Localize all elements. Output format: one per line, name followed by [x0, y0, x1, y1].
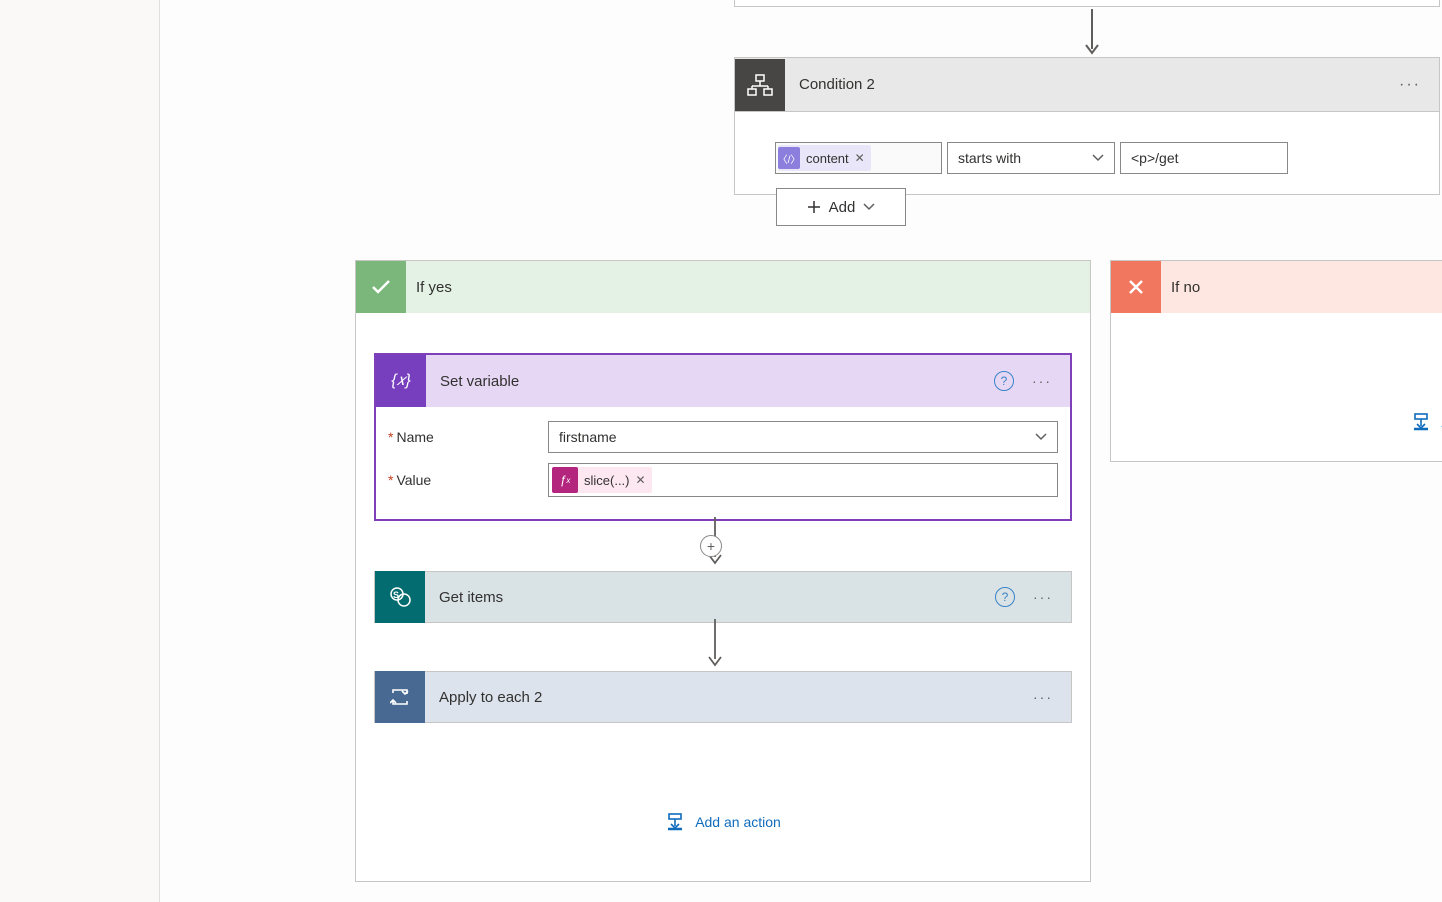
chevron-down-icon [1035, 433, 1047, 441]
condition-row: 〈/〉 content ✕ starts with <p>/get [735, 112, 1439, 194]
flow-canvas[interactable]: Condition 2 ··· 〈/〉 content ✕ starts wit… [160, 0, 1442, 902]
value-label: *Value [388, 472, 548, 488]
insert-step-button[interactable]: + [700, 535, 722, 557]
variable-icon: {𝑥} [376, 355, 426, 407]
chevron-down-icon [1092, 154, 1104, 162]
teams-dynamic-icon: 〈/〉 [778, 147, 800, 169]
if-yes-header[interactable]: If yes [356, 261, 1090, 313]
sharepoint-icon: S [375, 571, 425, 623]
cross-icon [1111, 261, 1161, 313]
variable-name-select[interactable]: firstname [548, 421, 1058, 453]
apply-to-each-more-button[interactable]: ··· [1033, 689, 1071, 705]
apply-to-each-card[interactable]: Apply to each 2 ··· [374, 671, 1072, 723]
name-label: *Name [388, 429, 548, 445]
connector-arrow-icon [708, 619, 722, 667]
get-items-card[interactable]: S Get items ? ··· [374, 571, 1072, 623]
condition-card[interactable]: Condition 2 ··· 〈/〉 content ✕ starts wit… [734, 57, 1440, 195]
condition-more-button[interactable]: ··· [1381, 76, 1439, 94]
help-icon[interactable]: ? [995, 587, 1015, 607]
connector-arrow-icon [1085, 9, 1099, 57]
check-icon [356, 261, 406, 313]
condition-title: Condition 2 [785, 76, 1381, 93]
add-action-no[interactable]: Add an action [1129, 413, 1442, 431]
svg-text:S: S [393, 590, 399, 600]
help-icon[interactable]: ? [994, 371, 1014, 391]
left-panel [0, 0, 160, 902]
add-action-yes[interactable]: Add an action [374, 813, 1072, 831]
remove-token-icon[interactable]: ✕ [636, 473, 646, 487]
condition-operator-select[interactable]: starts with [947, 142, 1115, 174]
loop-icon [375, 671, 425, 723]
plus-icon [807, 200, 821, 214]
set-variable-more-button[interactable]: ··· [1032, 373, 1070, 389]
previous-step-stub [734, 0, 1440, 7]
fx-expression-chip[interactable]: ƒx slice(...) ✕ [552, 467, 652, 493]
set-variable-header[interactable]: {𝑥} Set variable ? ··· [376, 355, 1070, 407]
condition-icon [735, 59, 785, 111]
if-no-branch: If no Add an action [1110, 260, 1442, 462]
condition-left-operand[interactable]: 〈/〉 content ✕ [775, 142, 942, 174]
condition-header[interactable]: Condition 2 ··· [735, 58, 1439, 112]
variable-value-input[interactable]: ƒx slice(...) ✕ [548, 463, 1058, 497]
fx-icon: ƒx [552, 467, 578, 493]
remove-token-icon[interactable]: ✕ [855, 151, 865, 165]
get-items-more-button[interactable]: ··· [1033, 589, 1071, 605]
if-yes-branch: If yes {𝑥} Set variable ? ··· *Name firs… [355, 260, 1091, 882]
condition-value-input[interactable]: <p>/get [1120, 142, 1288, 174]
token-content[interactable]: 〈/〉 content ✕ [778, 145, 871, 171]
set-variable-card[interactable]: {𝑥} Set variable ? ··· *Name firstname [374, 353, 1072, 521]
add-action-icon [1411, 413, 1431, 431]
condition-add-button[interactable]: Add [776, 188, 906, 226]
chevron-down-icon [863, 203, 875, 211]
add-action-icon [665, 813, 685, 831]
if-no-header[interactable]: If no [1111, 261, 1442, 313]
